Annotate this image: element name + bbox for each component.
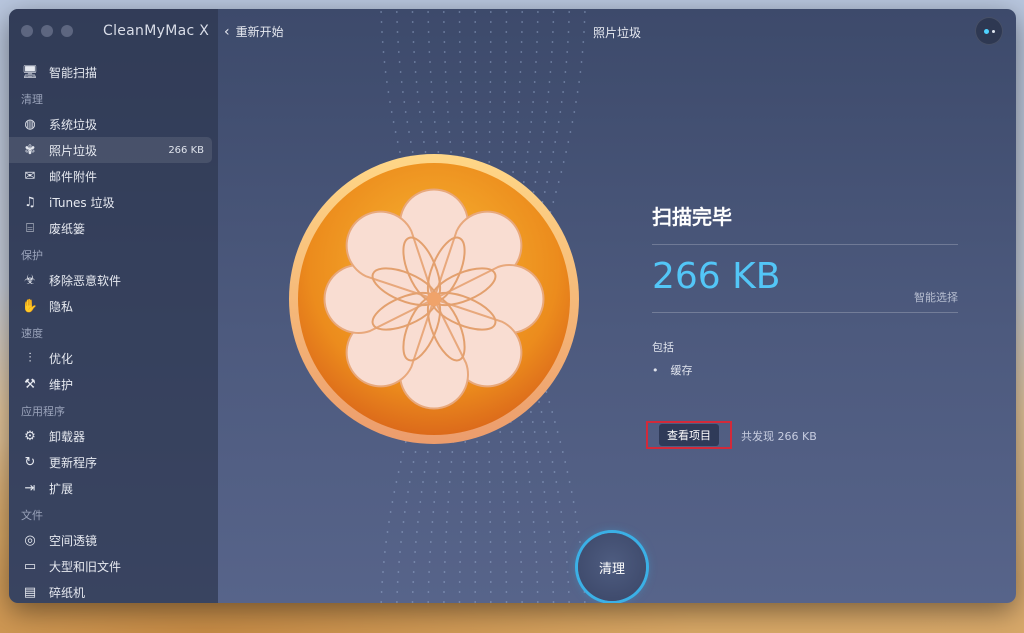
- sidebar-item-label: 邮件附件: [49, 169, 98, 184]
- folder-icon: ▭: [23, 558, 37, 574]
- sidebar-item-label: 扩展: [49, 481, 74, 496]
- sidebar-item-extensions[interactable]: ⇥ 扩展: [9, 475, 212, 501]
- sidebar-item-label: 智能扫描: [49, 65, 98, 80]
- sidebar-item-label: 维护: [49, 377, 74, 392]
- sidebar-item-itunes-junk[interactable]: ♫ iTunes 垃圾: [9, 189, 212, 215]
- uninstaller-icon: ⚙: [24, 428, 36, 444]
- photo-junk-emblem: [289, 154, 579, 444]
- sidebar-item-updater[interactable]: ↻ 更新程序: [9, 449, 212, 475]
- includes-item: • 缓存: [652, 364, 693, 377]
- sidebar-item-smart-scan[interactable]: 🖥 智能扫描: [9, 59, 212, 85]
- app-window: CleanMyMac X 🖥 智能扫描 清理 ◍ 系统垃圾 ✾ 照片垃圾 266…: [9, 9, 1016, 603]
- sidebar-item-malware-removal[interactable]: ☣ 移除恶意软件: [9, 267, 212, 293]
- sidebar-item-uninstaller[interactable]: ⚙ 卸载器: [9, 423, 212, 449]
- sidebar-item-label: 照片垃圾: [49, 143, 98, 158]
- sidebar-item-label: 移除恶意软件: [49, 273, 122, 288]
- system-junk-icon: ◍: [24, 116, 36, 132]
- sidebar-item-label: iTunes 垃圾: [49, 195, 115, 210]
- shredder-icon: ▤: [23, 584, 37, 600]
- sidebar-item-size: 266 KB: [168, 144, 204, 156]
- sidebar-item-large-old-files[interactable]: ▭ 大型和旧文件: [9, 553, 212, 579]
- sidebar-list: 🖥 智能扫描 清理 ◍ 系统垃圾 ✾ 照片垃圾 266 KB ✉ 邮件附件 ♫ …: [9, 59, 218, 603]
- sidebar-item-space-lens[interactable]: ◎ 空间透镜: [9, 527, 212, 553]
- sidebar-item-label: 废纸篓: [49, 221, 86, 236]
- updater-icon: ↻: [24, 454, 36, 470]
- sidebar-item-trash[interactable]: ⌸ 废纸篓: [9, 215, 212, 241]
- minimize-window-button[interactable]: [41, 25, 53, 37]
- smart-select-link[interactable]: 智能选择: [914, 289, 958, 305]
- music-note-icon: ♫: [24, 194, 36, 210]
- page-title: 照片垃圾: [592, 26, 641, 40]
- sidebar-item-shredder[interactable]: ▤ 碎纸机: [9, 579, 212, 603]
- sidebar-item-label: 优化: [49, 351, 74, 366]
- divider: [652, 244, 958, 245]
- sidebar-item-privacy[interactable]: ✋ 隐私: [9, 293, 212, 319]
- sidebar-item-mail-attachments[interactable]: ✉ 邮件附件: [9, 163, 212, 189]
- sidebar-item-label: 系统垃圾: [49, 117, 98, 132]
- sidebar-item-optimization[interactable]: ⫶ 优化: [9, 345, 212, 371]
- section-heading-applications: 应用程序: [21, 405, 65, 418]
- section-heading-speed: 速度: [21, 327, 43, 340]
- assistant-dot-icon: [983, 28, 989, 34]
- sliders-icon: ⫶: [28, 350, 32, 366]
- sidebar-item-label: 隐私: [49, 299, 74, 314]
- section-heading-files: 文件: [21, 509, 43, 522]
- clean-button[interactable]: 清理: [578, 533, 646, 601]
- window-controls: [21, 25, 73, 37]
- section-heading-cleanup: 清理: [21, 93, 43, 106]
- topbar: ‹ 重新开始 照片垃圾: [218, 21, 1016, 43]
- sidebar-item-maintenance[interactable]: ⚒ 维护: [9, 371, 212, 397]
- space-lens-icon: ◎: [24, 532, 36, 548]
- sidebar-item-label: 卸载器: [49, 429, 86, 444]
- view-items-label: 查看项目: [659, 424, 719, 446]
- flower-icon: [323, 188, 545, 410]
- extensions-icon: ⇥: [24, 480, 36, 496]
- close-window-button[interactable]: [21, 25, 33, 37]
- junk-size-value: 266 KB: [652, 256, 781, 297]
- section-heading-protection: 保护: [21, 249, 43, 262]
- clean-button-label: 清理: [598, 561, 625, 577]
- sidebar-item-label: 碎纸机: [49, 585, 86, 600]
- main-panel: ‹ 重新开始 照片垃圾 扫描完毕 266 KB 智能选择 包括 • 缓存 查看项…: [218, 9, 1016, 603]
- sidebar-item-label: 大型和旧文件: [49, 559, 122, 574]
- trash-icon: ⌸: [26, 220, 34, 236]
- photo-junk-icon: ✾: [24, 142, 36, 158]
- sidebar-item-label: 空间透镜: [49, 533, 98, 548]
- smart-scan-icon: 🖥: [21, 64, 39, 80]
- sidebar: CleanMyMac X 🖥 智能扫描 清理 ◍ 系统垃圾 ✾ 照片垃圾 266…: [9, 9, 218, 603]
- assistant-dot-small-icon: [991, 29, 995, 33]
- scan-complete-title: 扫描完毕: [652, 205, 732, 229]
- sidebar-item-system-junk[interactable]: ◍ 系统垃圾: [9, 111, 212, 137]
- wrench-icon: ⚒: [24, 376, 36, 392]
- divider: [652, 312, 958, 313]
- sidebar-item-photo-junk[interactable]: ✾ 照片垃圾 266 KB: [9, 137, 212, 163]
- hand-icon: ✋: [21, 298, 39, 314]
- app-title: CleanMyMac X: [103, 23, 210, 39]
- includes-label: 包括: [652, 341, 674, 354]
- sidebar-item-label: 更新程序: [49, 455, 98, 470]
- found-total-text: 共发现 266 KB: [741, 430, 817, 443]
- mail-icon: ✉: [24, 168, 36, 184]
- biohazard-icon: ☣: [24, 272, 36, 288]
- includes-item-label: 缓存: [670, 364, 693, 377]
- view-items-button[interactable]: 查看项目: [646, 421, 732, 449]
- assistant-button[interactable]: [975, 17, 1003, 45]
- zoom-window-button[interactable]: [61, 25, 73, 37]
